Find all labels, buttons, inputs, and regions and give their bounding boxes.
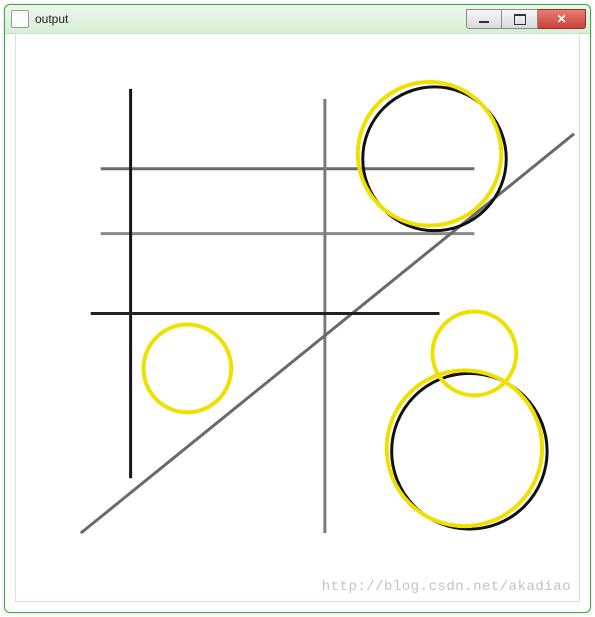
- client-area: http://blog.csdn.net/akadiao: [15, 33, 580, 602]
- close-button[interactable]: ✕: [538, 9, 586, 29]
- maximize-button[interactable]: [502, 9, 538, 29]
- output-canvas: [16, 34, 579, 601]
- detected-circle: [358, 82, 501, 226]
- detected-line: [81, 134, 574, 533]
- minimize-icon: [479, 21, 489, 23]
- window-title: output: [35, 12, 466, 26]
- window-controls: ✕: [466, 9, 586, 29]
- app-icon: [11, 10, 29, 28]
- detected-circle: [144, 324, 232, 412]
- maximize-icon: [514, 14, 526, 25]
- minimize-button[interactable]: [466, 9, 502, 29]
- titlebar[interactable]: output ✕: [5, 5, 590, 34]
- application-window: output ✕ http://blog.csdn.net/akadiao: [4, 4, 591, 613]
- close-icon: ✕: [556, 12, 566, 26]
